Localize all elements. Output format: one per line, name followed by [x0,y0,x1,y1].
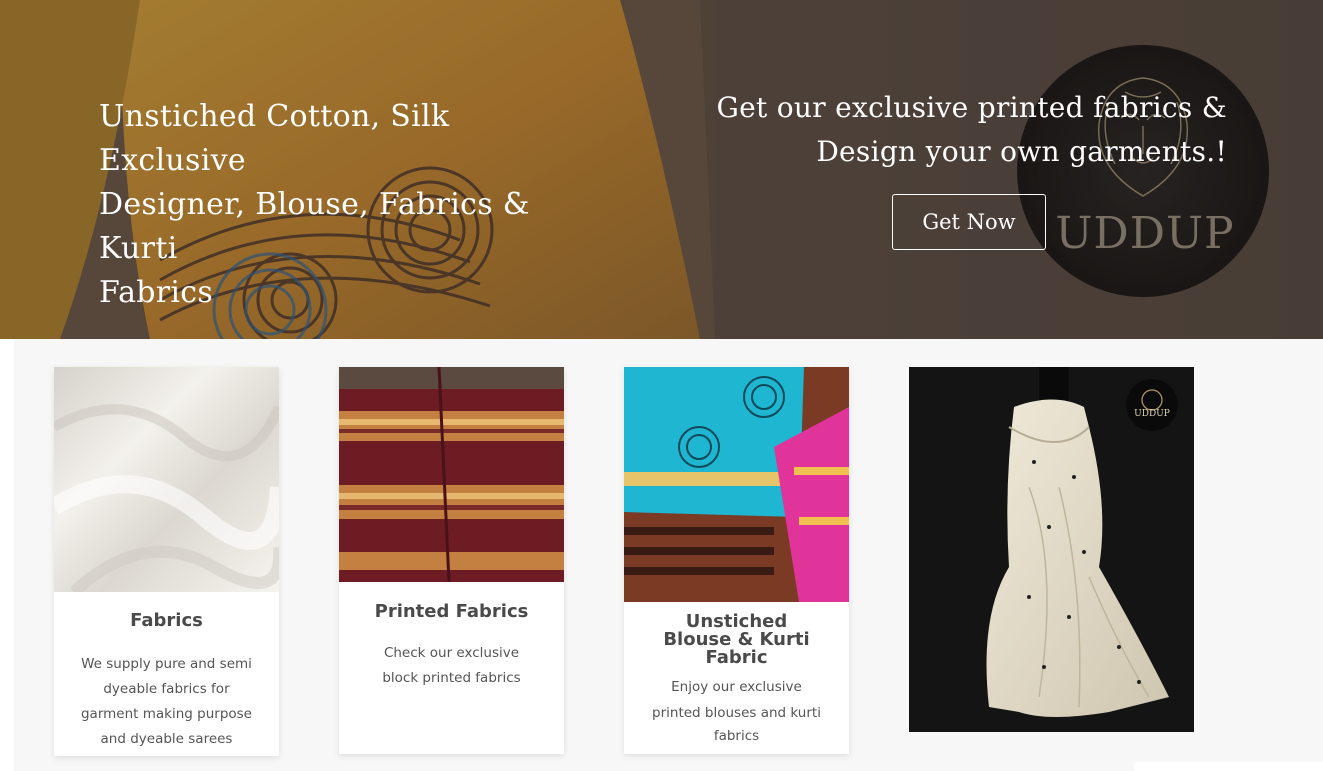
hero-tagline-line: Get our exclusive printed fabrics & [716,91,1227,124]
card-description-line: block printed fabrics [382,670,521,686]
hero-banner: UDDUP Unstiched Cotton, Silk Exclusive D… [0,0,1323,339]
card-description-line: Check our exclusive [383,645,520,661]
hero-headline-line: Unstiched Cotton, Silk Exclusive [99,99,450,178]
blouse-kurti-fabric-image[interactable] [624,367,849,602]
card-body: Unstiched Blouse & Kurti Fabric Enjoy ou… [624,613,849,745]
card-description-line: and dyeable sarees [100,731,233,747]
hero-headline-line: Designer, Blouse, Fabrics & Kurti [99,187,530,266]
card-description-line: garment making purpose [80,706,252,722]
hero-tagline: Get our exclusive printed fabrics & Desi… [707,86,1227,174]
hero-headline-line: Fabrics [99,275,214,310]
saree-mannequin-image[interactable] [909,367,1194,732]
card-description: We supply pure and semi dyeable fabrics … [68,652,265,752]
hero-tagline-line: Design your own garments.! [816,135,1227,168]
card-printed-fabrics[interactable]: Printed Fabrics Check our exclusive bloc… [339,367,564,754]
card-description-line: We supply pure and semi [81,656,252,672]
printed-fabrics-image[interactable] [339,367,564,582]
left-edge-strip [0,339,14,771]
card-description-line: fabrics [713,728,760,744]
card-description: Check our exclusive block printed fabric… [353,641,550,691]
card-title[interactable]: Unstiched Blouse & Kurti Fabric [638,613,835,667]
get-now-button[interactable]: Get Now [892,194,1046,250]
card-description-line: Enjoy our exclusive [671,679,802,695]
card-saree-image[interactable]: UDDUP [909,367,1194,732]
product-categories: Fabrics We supply pure and semi dyeable … [0,339,1323,771]
card-title[interactable]: Fabrics [68,612,265,630]
hero-headline: Unstiched Cotton, Silk Exclusive Designe… [99,95,569,315]
card-title[interactable]: Printed Fabrics [353,603,550,621]
card-description-line: printed blouses and kurti [652,705,821,721]
card-body: Fabrics We supply pure and semi dyeable … [54,612,279,752]
card-title-line: Fabric [705,647,768,668]
card-description: Enjoy our exclusive printed blouses and … [638,675,835,745]
card-description-line: dyeable fabrics for [103,681,230,697]
bottom-right-strip [1134,762,1323,771]
card-blouse-kurti-fabric[interactable]: Unstiched Blouse & Kurti Fabric Enjoy ou… [624,367,849,754]
card-fabrics[interactable]: Fabrics We supply pure and semi dyeable … [54,367,279,756]
fabrics-image[interactable] [54,367,279,592]
card-body: Printed Fabrics Check our exclusive bloc… [339,603,564,691]
hero-logo-text: UDDUP [1055,208,1235,259]
saree-badge-text: UDDUP [1134,409,1170,419]
